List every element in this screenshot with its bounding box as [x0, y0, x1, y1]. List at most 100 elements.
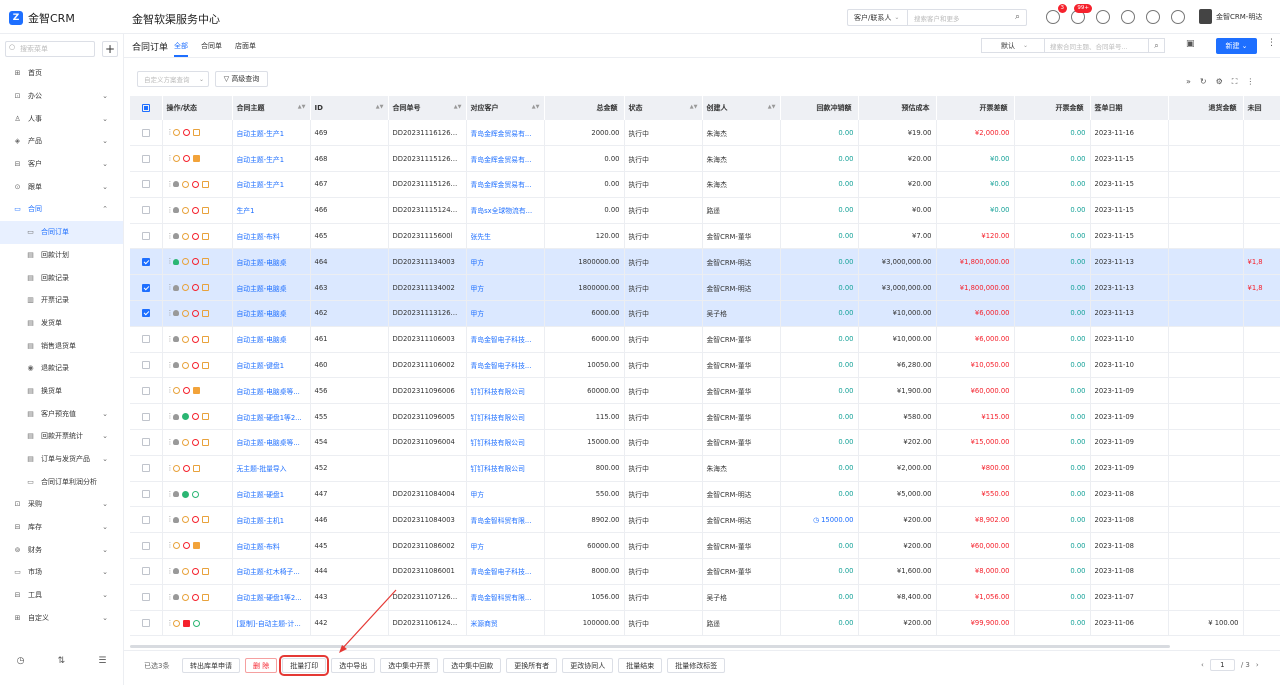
app-icon[interactable] — [1171, 10, 1185, 24]
row-checkbox[interactable] — [141, 464, 150, 473]
sidebar-item[interactable]: ◉ 退款记录 — [0, 357, 123, 380]
tag-icon[interactable] — [192, 155, 200, 163]
row-select-cell[interactable] — [130, 403, 163, 431]
row-select-cell[interactable] — [130, 120, 163, 147]
sidebar-item[interactable]: ▤ 回款开票统计 ⌄ — [0, 425, 123, 448]
row-select-cell[interactable] — [130, 532, 163, 560]
row-checkbox[interactable] — [141, 232, 150, 241]
more-icon[interactable]: ⋮ — [167, 464, 174, 472]
more-icon[interactable]: ⋮ — [167, 309, 174, 317]
row-select-cell[interactable] — [130, 481, 163, 508]
alert-icon[interactable] — [191, 361, 199, 369]
cell-subject[interactable]: 生产1 — [232, 197, 311, 224]
table-row[interactable]: ⋮ 自动主题-电脑桌 464 DD202311134003 甲方 1800000.00 执行… — [130, 248, 1280, 276]
row-select-cell[interactable] — [130, 610, 163, 637]
more-icon[interactable]: ⋮ — [167, 619, 174, 627]
sidebar-item[interactable]: ▤ 发货单 — [0, 312, 123, 335]
more-icon[interactable]: ⋮ — [167, 258, 174, 265]
row-checkbox[interactable] — [141, 438, 150, 447]
header-invoice-diff[interactable]: 开票差额 — [936, 96, 1015, 120]
pending-icon[interactable] — [172, 129, 180, 137]
row-select-cell[interactable] — [130, 171, 163, 198]
row-checkbox[interactable] — [141, 619, 150, 628]
sidebar-item[interactable]: ⊚ 财务 ⌄ — [0, 538, 123, 561]
cell-customer[interactable]: 张先生 — [466, 223, 545, 250]
header-id[interactable]: ID ▲▼ — [310, 96, 389, 120]
tab-store[interactable]: 店面单 — [235, 41, 256, 51]
cell-subject[interactable]: 自动主题-键盘1 — [232, 352, 311, 379]
scheme-select[interactable]: 自定义方案查询 ⌄ — [137, 71, 209, 87]
new-button[interactable]: 新建 ⌄ — [1216, 38, 1257, 54]
alert-icon[interactable] — [191, 516, 199, 524]
change-collaborator-button[interactable]: 更改协同人 — [562, 658, 614, 673]
row-checkbox[interactable] — [141, 257, 150, 266]
owner-icon[interactable] — [172, 491, 179, 498]
header-refund[interactable]: 退货金额 — [1168, 96, 1244, 120]
sort-icon[interactable]: ▲▼ — [298, 104, 306, 110]
batch-tag-button[interactable]: 批量修改标签 — [667, 658, 726, 673]
table-row[interactable]: ⋮ 自动主题-红木椅子... 444 DD202311086001 青岛金智电子科技..… — [130, 558, 1280, 585]
document-icon[interactable] — [201, 413, 209, 421]
table-row[interactable]: ⋮ 自动主题-电脑桌 461 DD202311106003 青岛金智电子科技... 600… — [130, 326, 1280, 353]
more-icon[interactable]: ⋮ — [167, 567, 174, 575]
alert-icon[interactable] — [191, 593, 199, 601]
cell-customer[interactable]: 青岛金智电子科技... — [466, 326, 545, 353]
more-icon[interactable]: ⋮ — [167, 284, 174, 291]
sidebar-item[interactable]: ▭ 合同订单利润分析 — [0, 470, 123, 493]
cell-customer[interactable]: 米源商贸 — [466, 610, 545, 637]
table-row[interactable]: ⋮ 自动主题-生产1 467 DD202311151268003 青岛金辉金贸易有...… — [130, 171, 1280, 198]
pending-icon[interactable] — [181, 567, 189, 575]
theme-icon[interactable] — [1146, 10, 1160, 24]
row-checkbox[interactable] — [141, 386, 150, 395]
horizontal-scrollbar[interactable] — [130, 645, 1170, 648]
table-row[interactable]: ⋮ 自动主题-布料 445 DD202311086002 甲方 60000.00 执行中 金智… — [130, 532, 1280, 560]
table-row[interactable]: ⋮ 自动主题-键盘1 460 DD202311106002 青岛金智电子科技... 100… — [130, 352, 1280, 379]
fullscreen-icon[interactable]: ⛶ — [1232, 77, 1238, 87]
document-icon[interactable] — [201, 258, 209, 266]
header-status[interactable]: 状态 ▲▼ — [624, 96, 703, 120]
header-subject[interactable]: 合同主题 ▲▼ — [232, 96, 311, 120]
cell-customer[interactable]: 甲方 — [466, 300, 545, 327]
header-customer[interactable]: 对应客户 ▲▼ — [466, 96, 545, 120]
more-icon[interactable]: ⋮ — [167, 516, 174, 523]
owner-icon[interactable] — [172, 568, 179, 575]
pending-icon[interactable] — [181, 335, 189, 343]
pending-icon[interactable] — [181, 284, 189, 292]
sort-icon[interactable]: ▲▼ — [376, 104, 384, 110]
collapse-icon[interactable]: » — [1186, 77, 1191, 87]
owner-icon[interactable] — [172, 439, 179, 446]
alert-icon[interactable] — [191, 309, 199, 317]
alert-icon[interactable] — [191, 413, 199, 421]
alert-icon[interactable] — [191, 567, 199, 575]
row-checkbox[interactable] — [141, 206, 150, 215]
cell-subject[interactable]: 自动主题-布料 — [232, 223, 311, 250]
row-checkbox[interactable] — [141, 128, 150, 137]
cell-subject[interactable]: 自动主题-硬盘1 — [232, 481, 311, 508]
owner-icon[interactable] — [172, 310, 179, 317]
outbound-request-button[interactable]: 转出库单申请 — [182, 658, 240, 673]
table-row[interactable]: ⋮ 自动主题-电脑桌 463 DD202311134002 甲方 1800000.00 执行… — [130, 274, 1280, 302]
next-page-button[interactable]: › — [1256, 661, 1259, 669]
document-icon[interactable] — [201, 567, 209, 575]
row-select-cell[interactable] — [130, 326, 163, 353]
cell-subject[interactable]: 自动主题-硬盘1等2... — [232, 403, 311, 431]
document-icon[interactable] — [201, 335, 209, 343]
sidebar-item[interactable]: ♙ 人事 ⌄ — [0, 107, 123, 130]
cell-customer[interactable]: 青岛金智电子科技... — [466, 558, 545, 585]
header-sign-date[interactable]: 签单日期 — [1090, 96, 1169, 120]
alert-icon[interactable] — [191, 258, 199, 266]
owner-icon[interactable] — [172, 336, 179, 343]
refresh-icon[interactable]: ↻ — [1200, 77, 1207, 87]
table-row[interactable]: ⋮ 自动主题-电脑桌等... 454 DD202311096004 钉钉科技有限公司 15… — [130, 429, 1280, 456]
row-checkbox[interactable] — [141, 361, 150, 370]
logo[interactable]: Z 金智CRM — [9, 10, 75, 26]
sort-icon[interactable]: ▲▼ — [690, 104, 698, 110]
cell-customer[interactable]: 青岛sx全球物流有... — [466, 197, 545, 224]
approved-icon[interactable] — [181, 413, 189, 421]
add-menu-button[interactable]: + — [102, 41, 118, 57]
table-row[interactable]: ⋮ 自动主题-主机1 446 DD202311084003 青岛金智科贸有限... 890… — [130, 506, 1280, 534]
alert-icon[interactable] — [191, 180, 199, 188]
cell-subject[interactable]: 自动主题-电脑桌 — [232, 300, 311, 327]
owner-icon[interactable] — [172, 233, 179, 240]
alert-icon[interactable] — [191, 284, 199, 292]
